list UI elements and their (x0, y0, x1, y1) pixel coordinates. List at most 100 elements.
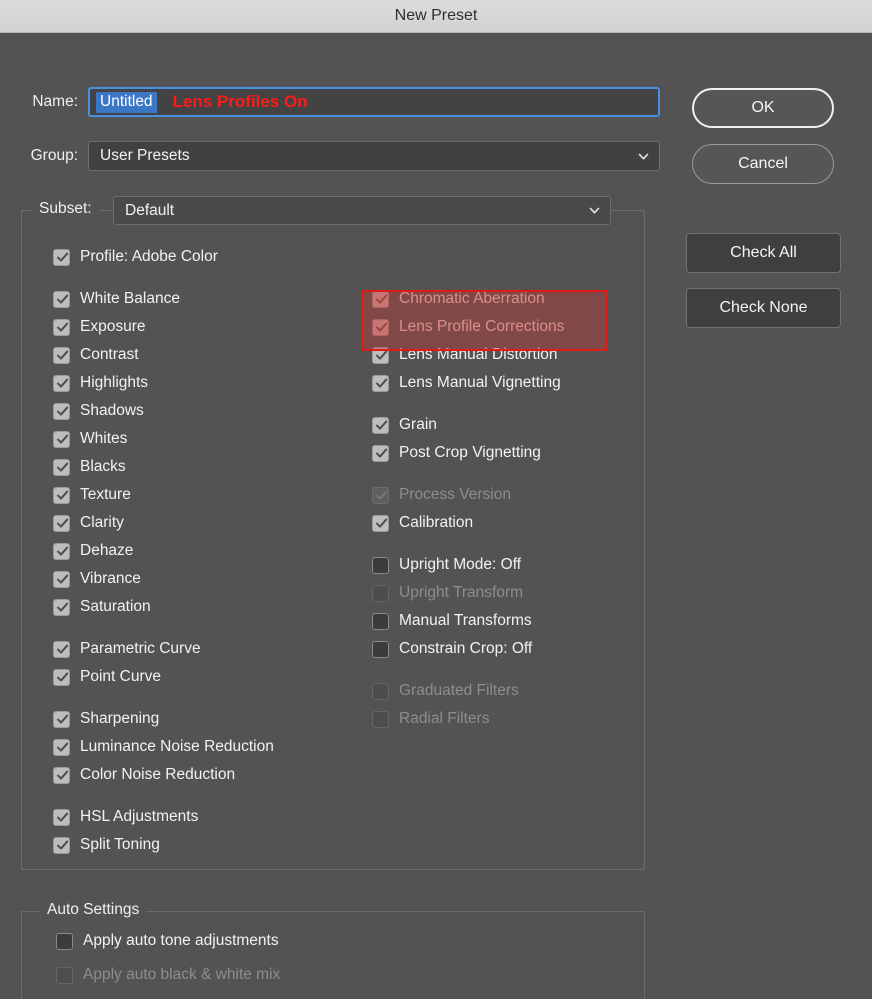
checkbox-row[interactable]: Lens Manual Vignetting (372, 373, 622, 393)
checkmark-icon (375, 447, 388, 460)
checkbox-row[interactable]: Lens Manual Distortion (372, 345, 622, 365)
checkbox-checked[interactable] (53, 598, 70, 616)
check-none-button[interactable]: Check None (686, 288, 841, 328)
checkbox-row[interactable]: Apply auto tone adjustments (56, 931, 280, 951)
checkbox-checked[interactable] (53, 458, 70, 476)
checkbox-checked[interactable] (372, 374, 389, 392)
checkbox-checked[interactable] (53, 430, 70, 448)
checkbox-unchecked (372, 584, 389, 602)
checkbox-checked[interactable] (53, 290, 70, 308)
checkbox-row[interactable]: Highlights (53, 373, 343, 393)
checkbox-checked[interactable] (53, 374, 70, 392)
checkbox-checked[interactable] (372, 416, 389, 434)
checkbox-row[interactable]: Post Crop Vignetting (372, 443, 622, 463)
checkbox-label: Post Crop Vignetting (399, 444, 541, 461)
checkbox-label: Grain (399, 416, 437, 433)
checkbox-checked[interactable] (53, 514, 70, 532)
checkbox-row[interactable]: Chromatic Aberration (372, 289, 622, 309)
checkmark-icon (56, 545, 69, 558)
group-dropdown[interactable]: User Presets (88, 141, 660, 171)
checkmark-icon (375, 517, 388, 530)
checkbox-row[interactable]: Dehaze (53, 541, 343, 561)
checkbox-row[interactable]: Whites (53, 429, 343, 449)
checkbox-row[interactable]: Shadows (53, 401, 343, 421)
checkbox-row[interactable]: White Balance (53, 289, 343, 309)
checkbox-row[interactable]: Saturation (53, 597, 343, 617)
checkbox-unchecked[interactable] (56, 932, 73, 950)
preset-name-input[interactable]: Untitled Lens Profiles On (88, 87, 660, 117)
checkmark-icon (56, 349, 69, 362)
checkbox-row[interactable]: HSL Adjustments (53, 807, 343, 827)
checkmark-icon (56, 601, 69, 614)
checkbox-checked[interactable] (372, 346, 389, 364)
checkbox-label: Color Noise Reduction (80, 766, 236, 783)
checkbox-checked[interactable] (53, 710, 70, 728)
checkbox-checked (372, 486, 389, 504)
checkbox-checked[interactable] (53, 346, 70, 364)
checkbox-row[interactable]: Upright Mode: Off (372, 555, 622, 575)
checkbox-label: Clarity (80, 514, 124, 531)
checkbox-row[interactable]: Calibration (372, 513, 622, 533)
checkmark-icon (56, 839, 69, 852)
checkbox-row[interactable]: Texture (53, 485, 343, 505)
checkbox-row[interactable]: Split Toning (53, 835, 343, 855)
checkbox-checked[interactable] (372, 514, 389, 532)
checkbox-row[interactable]: Clarity (53, 513, 343, 533)
checkbox-checked[interactable] (53, 542, 70, 560)
checkbox-label: Upright Transform (399, 584, 524, 601)
checkbox-checked[interactable] (53, 402, 70, 420)
auto-settings-legend: Auto Settings (40, 901, 147, 919)
checkbox-row[interactable]: Parametric Curve (53, 639, 343, 659)
checkbox-label: Luminance Noise Reduction (80, 738, 274, 755)
checkbox-row[interactable]: Color Noise Reduction (53, 765, 343, 785)
checkmark-icon (375, 489, 388, 502)
checkbox-row[interactable]: Profile: Adobe Color (53, 247, 343, 267)
checkbox-row[interactable]: Contrast (53, 345, 343, 365)
ok-button[interactable]: OK (692, 88, 834, 128)
checkbox-row[interactable]: Lens Profile Corrections (372, 317, 622, 337)
checkbox-unchecked[interactable] (372, 556, 389, 574)
checkmark-icon (56, 321, 69, 334)
checkbox-row[interactable]: Manual Transforms (372, 611, 622, 631)
checkmark-icon (56, 489, 69, 502)
checkbox-checked[interactable] (53, 668, 70, 686)
checkbox-checked[interactable] (53, 570, 70, 588)
checkmark-icon (375, 377, 388, 390)
checkbox-row[interactable]: Constrain Crop: Off (372, 639, 622, 659)
checkbox-label: Apply auto tone adjustments (83, 932, 279, 949)
checkmark-icon (56, 671, 69, 684)
checkbox-checked[interactable] (53, 318, 70, 336)
checkmark-icon (56, 741, 69, 754)
checkbox-unchecked[interactable] (372, 612, 389, 630)
checkbox-checked[interactable] (53, 836, 70, 854)
checkbox-checked[interactable] (53, 640, 70, 658)
chevron-down-icon (588, 204, 601, 217)
checkbox-label: Dehaze (80, 542, 134, 559)
checkbox-row: Upright Transform (372, 583, 622, 603)
checkbox-row[interactable]: Blacks (53, 457, 343, 477)
checkbox-checked[interactable] (372, 318, 389, 336)
checkbox-checked[interactable] (53, 766, 70, 784)
checkbox-checked[interactable] (372, 290, 389, 308)
cancel-button[interactable]: Cancel (692, 144, 834, 184)
check-all-button[interactable]: Check All (686, 233, 841, 273)
checkbox-checked[interactable] (53, 248, 70, 266)
checkbox-row[interactable]: Vibrance (53, 569, 343, 589)
checkbox-checked[interactable] (53, 738, 70, 756)
checkmark-icon (56, 769, 69, 782)
checkbox-row[interactable]: Grain (372, 415, 622, 435)
checkbox-label: White Balance (80, 290, 180, 307)
checkmark-icon (56, 517, 69, 530)
checkbox-row[interactable]: Point Curve (53, 667, 343, 687)
checkbox-checked[interactable] (53, 486, 70, 504)
checkbox-row[interactable]: Luminance Noise Reduction (53, 737, 343, 757)
checkbox-label: Process Version (399, 486, 511, 503)
settings-column-left: Profile: Adobe Color White Balance Exposur… (53, 247, 343, 863)
checkbox-checked[interactable] (53, 808, 70, 826)
checkbox-checked[interactable] (372, 444, 389, 462)
checkbox-row[interactable]: Exposure (53, 317, 343, 337)
checkbox-unchecked[interactable] (372, 640, 389, 658)
checkbox-row[interactable]: Sharpening (53, 709, 343, 729)
checkbox-label: Chromatic Aberration (399, 290, 545, 307)
subset-dropdown[interactable]: Default (113, 196, 611, 225)
